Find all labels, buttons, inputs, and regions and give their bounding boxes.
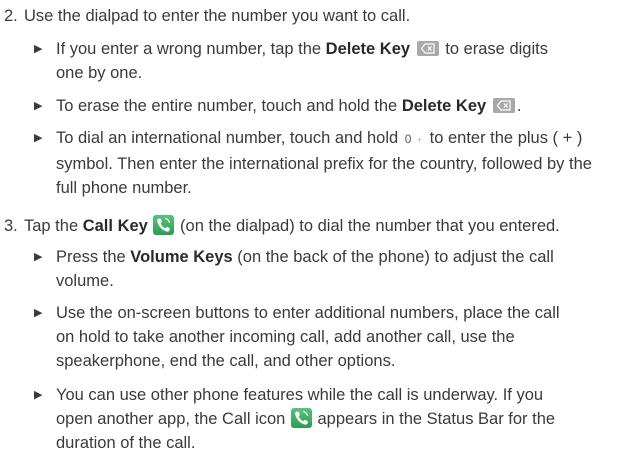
bullet-text: (on the back of the phone) to adjust the… <box>232 248 554 266</box>
bullet-text: appears in the Status Bar for the <box>312 410 556 428</box>
bullet-line: If you enter a wrong number, tap the Del… <box>56 37 631 61</box>
bullet-line: symbol. Then enter the international pre… <box>56 155 592 173</box>
call-icon <box>290 408 312 428</box>
delete-key-icon <box>492 98 515 113</box>
delete-key-icon <box>416 41 439 56</box>
bullet-text: . <box>516 97 522 115</box>
bullet-text: to enter the plus ( + ) <box>425 129 583 147</box>
step-text: Use the dialpad to enter the number you … <box>24 7 411 25</box>
triangle-right-icon: ▶ <box>34 132 43 144</box>
call-key-icon <box>153 215 175 235</box>
triangle-right-icon: ▶ <box>34 43 43 55</box>
bullet-line: volume. <box>56 272 114 290</box>
delete-key-label: Delete Key <box>401 97 487 115</box>
delete-key-label: Delete Key <box>325 40 411 58</box>
list-item: ▶ You can use other phone features while… <box>34 383 631 455</box>
bullet-text: To erase the entire number, touch and ho… <box>56 97 402 115</box>
bullet-line: To dial an international number, touch a… <box>56 126 631 152</box>
volume-keys-label: Volume Keys <box>130 248 233 266</box>
bullet-line: You can use other phone features while t… <box>56 386 544 404</box>
list-item: ▶ To erase the entire number, touch and … <box>34 94 631 118</box>
triangle-right-icon: ▶ <box>34 307 43 319</box>
bullet-line: Use the on-screen buttons to enter addit… <box>56 304 560 322</box>
bullet-line: on hold to take another incoming call, a… <box>56 328 515 346</box>
bullet-text: If you enter a wrong number, tap the <box>56 40 326 58</box>
triangle-right-icon: ▶ <box>34 251 43 263</box>
bullet-line: full phone number. <box>56 179 192 197</box>
bullet-text: Press the <box>56 248 131 266</box>
step-2: 2. Use the dialpad to enter the number yo… <box>4 4 631 28</box>
triangle-right-icon: ▶ <box>34 100 43 112</box>
zero-key-sub: + <box>416 135 424 145</box>
step-text: (on the dialpad) to dial the number that… <box>175 217 560 235</box>
list-item: ▶ Use the on-screen buttons to enter add… <box>34 301 631 373</box>
zero-key-icon: 0 + <box>405 127 423 152</box>
bullet-line: speakerphone, end the call, and other op… <box>56 352 396 370</box>
step-3: 3. Tap the Call Key (on the dialpad) to d… <box>4 214 631 238</box>
bullet-text: open another app, the Call icon <box>56 410 290 428</box>
list-item: ▶ Press the Volume Keys (on the back of … <box>34 245 631 293</box>
step-number: 3. <box>4 217 18 235</box>
bullet-line: one by one. <box>56 64 143 82</box>
zero-key-label: 0 <box>404 132 413 146</box>
bullet-line: To erase the entire number, touch and ho… <box>56 94 631 118</box>
bullet-line: duration of the call. <box>56 434 196 452</box>
bullet-text: To dial an international number, touch a… <box>56 129 403 147</box>
bullet-line: open another app, the Call icon appears … <box>56 407 631 431</box>
list-item: ▶ If you enter a wrong number, tap the D… <box>34 37 631 85</box>
bullet-text: to erase digits <box>440 40 548 58</box>
call-key-label: Call Key <box>82 217 148 235</box>
step-number: 2. <box>4 7 18 25</box>
step-text: Tap the <box>24 217 83 235</box>
triangle-right-icon: ▶ <box>34 389 43 401</box>
bullet-line: Press the Volume Keys (on the back of th… <box>56 245 631 269</box>
list-item: ▶ To dial an international number, touch… <box>34 126 631 200</box>
